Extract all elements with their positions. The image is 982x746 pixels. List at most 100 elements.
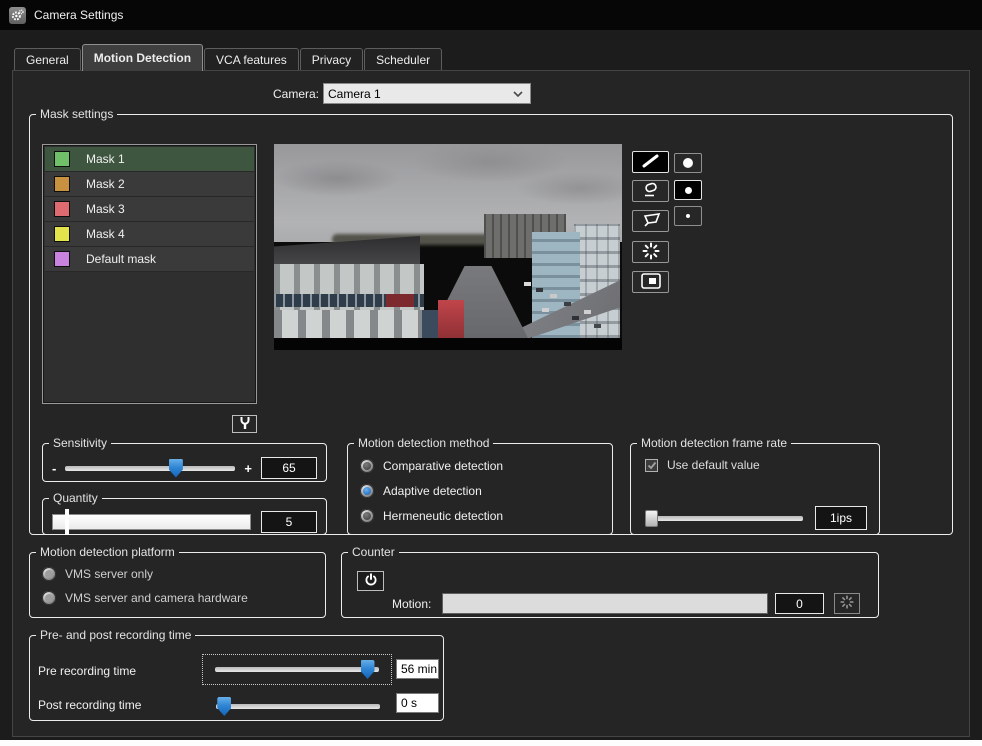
preview-letterbox — [274, 338, 622, 350]
eraser-tool-button[interactable] — [632, 180, 669, 202]
motion-detection-page: Camera: Camera 1 Mask settings Mask 1 Ma… — [12, 70, 970, 737]
preview-blue-kiosk — [422, 310, 438, 340]
radio-icon[interactable] — [360, 459, 374, 473]
post-recording-slider-thumb[interactable] — [217, 697, 231, 716]
counter-group: Counter Motion: 0 — [341, 545, 879, 618]
method-option-label: Adaptive detection — [383, 484, 482, 498]
camera-settings-window: Camera Settings General Motion Detection… — [0, 0, 982, 746]
brush-size-medium-button[interactable] — [674, 180, 702, 200]
mask-list-item[interactable]: Mask 2 — [45, 172, 254, 197]
mask-label: Mask 3 — [86, 202, 125, 216]
full-frame-mask-button[interactable] — [632, 271, 669, 293]
mask-color-swatch — [54, 226, 70, 242]
mask-settings-legend: Mask settings — [36, 107, 117, 121]
motion-detection-method-legend: Motion detection method — [354, 436, 493, 450]
counter-power-button[interactable] — [357, 571, 384, 591]
preview-red-banner — [438, 300, 464, 340]
sensitivity-slider-thumb[interactable] — [169, 459, 183, 478]
mask-label: Mask 1 — [86, 152, 125, 166]
burst-icon — [642, 242, 660, 263]
radio-icon[interactable] — [360, 509, 374, 523]
platform-option-label: VMS server only — [65, 567, 153, 581]
mask-options-button[interactable] — [232, 415, 257, 433]
motion-counter-value: 0 — [775, 593, 824, 614]
quantity-group: Quantity 5 — [42, 491, 327, 535]
use-default-checkbox[interactable] — [645, 459, 658, 472]
tab-privacy[interactable]: Privacy — [300, 48, 363, 71]
dot-medium-icon — [685, 187, 692, 194]
tab-motion-detection[interactable]: Motion Detection — [82, 44, 203, 71]
counter-reset-button[interactable] — [834, 593, 860, 614]
preview-red-sign — [386, 294, 414, 307]
preview-sky — [274, 144, 622, 242]
mask-color-swatch — [54, 251, 70, 267]
pre-recording-slider[interactable] — [215, 667, 379, 672]
preview-cars — [524, 282, 531, 286]
pre-recording-slider-focus — [202, 654, 392, 685]
motion-counter-label: Motion: — [392, 597, 431, 611]
mask-color-swatch — [54, 201, 70, 217]
mask-label: Mask 4 — [86, 227, 125, 241]
platform-option-vms-and-camera[interactable]: VMS server and camera hardware — [42, 591, 325, 605]
burst-icon — [840, 595, 854, 612]
power-icon — [364, 573, 378, 590]
bottom-edge — [0, 740, 982, 746]
mask-list-item[interactable]: Default mask — [45, 247, 254, 272]
camera-selected-value: Camera 1 — [328, 87, 512, 101]
post-recording-slider[interactable] — [216, 704, 380, 709]
wrench-icon — [239, 416, 251, 433]
sensitivity-plus-button[interactable]: + — [244, 461, 252, 476]
method-option-adaptive[interactable]: Adaptive detection — [360, 484, 612, 498]
quantity-value[interactable]: 5 — [261, 511, 317, 533]
mask-settings-group: Mask settings Mask 1 Mask 2 Mask 3 Mas — [29, 107, 953, 535]
platform-option-vms-only[interactable]: VMS server only — [42, 567, 325, 581]
pre-recording-slider-thumb[interactable] — [361, 660, 375, 679]
brush-size-small-button[interactable] — [674, 206, 702, 226]
mask-list-item[interactable]: Mask 4 — [45, 222, 254, 247]
radio-icon[interactable] — [360, 484, 374, 498]
sensitivity-legend: Sensitivity — [49, 436, 111, 450]
pen-tool-button[interactable] — [632, 151, 669, 173]
mask-list-item[interactable]: Mask 3 — [45, 197, 254, 222]
mask-list-item[interactable]: Mask 1 — [45, 147, 254, 172]
tab-general[interactable]: General — [14, 48, 81, 71]
mask-color-swatch — [54, 151, 70, 167]
clear-mask-button[interactable] — [632, 241, 669, 263]
quantity-slider[interactable] — [52, 514, 251, 530]
brush-size-large-button[interactable] — [674, 153, 702, 173]
dot-small-icon — [686, 214, 690, 218]
sensitivity-value[interactable]: 65 — [261, 457, 317, 479]
tab-scheduler[interactable]: Scheduler — [364, 48, 442, 71]
post-recording-label: Post recording time — [38, 698, 141, 712]
post-recording-value[interactable]: 0 s — [396, 693, 439, 713]
titlebar: Camera Settings — [0, 0, 982, 30]
sensitivity-slider[interactable] — [65, 466, 235, 471]
pre-recording-value[interactable]: 56 min — [396, 659, 439, 679]
frame-rate-value: 1ips — [815, 506, 867, 530]
frame-rate-slider[interactable] — [645, 516, 803, 521]
method-option-label: Comparative detection — [383, 459, 503, 473]
frame-rate-slider-thumb[interactable] — [645, 510, 658, 527]
method-option-label: Hermeneutic detection — [383, 509, 503, 523]
dot-large-icon — [683, 158, 693, 168]
method-option-hermeneutic[interactable]: Hermeneutic detection — [360, 509, 612, 523]
eraser-icon — [641, 182, 661, 201]
frame-rate-group: Motion detection frame rate Use default … — [630, 436, 880, 535]
frame-rate-legend: Motion detection frame rate — [637, 436, 791, 450]
camera-preview[interactable] — [274, 144, 622, 350]
sensitivity-group: Sensitivity - + 65 — [42, 436, 327, 482]
tab-bar: General Motion Detection VCA features Pr… — [14, 44, 443, 71]
radio-icon[interactable] — [42, 591, 56, 605]
camera-select[interactable]: Camera 1 — [323, 83, 531, 104]
quantity-slider-thumb[interactable] — [65, 509, 69, 535]
tab-vca-features[interactable]: VCA features — [204, 48, 299, 71]
sensitivity-minus-button[interactable]: - — [52, 461, 56, 476]
radio-icon[interactable] — [42, 567, 56, 581]
picture-in-picture-icon — [641, 273, 661, 292]
counter-legend: Counter — [348, 545, 399, 559]
polygon-tool-button[interactable] — [632, 210, 669, 232]
window-title: Camera Settings — [34, 8, 123, 22]
method-option-comparative[interactable]: Comparative detection — [360, 459, 612, 473]
motion-counter-bar — [442, 593, 768, 614]
mask-label: Default mask — [86, 252, 156, 266]
